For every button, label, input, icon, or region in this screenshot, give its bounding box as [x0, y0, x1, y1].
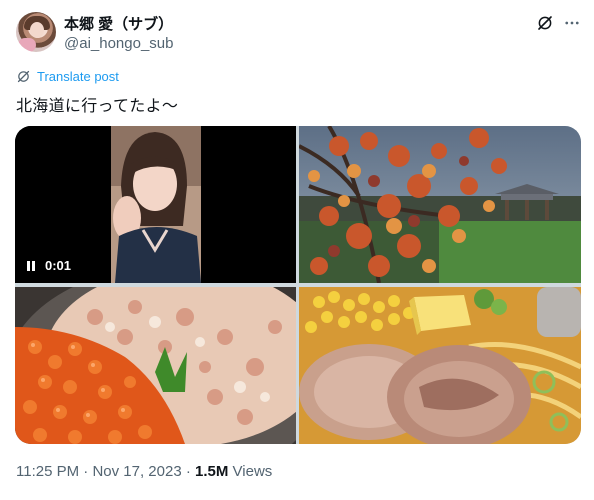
translate-post-link[interactable]: Translate post [16, 69, 119, 84]
more-icon [565, 21, 579, 25]
tweet-date[interactable]: Nov 17, 2023 [92, 463, 181, 480]
views-label: Views [228, 463, 273, 480]
meta-separator: · [79, 463, 93, 480]
avatar-face [30, 22, 44, 38]
pause-icon [27, 260, 35, 271]
video-time: 0:01 [45, 258, 72, 273]
translate-post-label: Translate post [37, 69, 119, 84]
photo-autumn-image [299, 126, 581, 283]
media-grid: 0:01 [15, 126, 581, 444]
more-options-button[interactable] [561, 12, 583, 34]
video-progress-badge[interactable]: 0:01 [25, 258, 71, 273]
meta-separator: · [181, 463, 196, 480]
display-name[interactable]: 本郷 愛（サブ） [64, 13, 173, 34]
views-count: 1.5M [195, 463, 229, 480]
grok-button[interactable] [534, 12, 556, 34]
translate-icon [17, 70, 30, 83]
photo-ramen-image [299, 287, 581, 444]
tweet-time[interactable]: 11:25 PM [16, 463, 79, 480]
tweet-meta: 11:25 PM · Nov 17, 2023 · 1.5M Views [16, 463, 272, 480]
video-thumbnail[interactable]: 0:01 [15, 126, 296, 283]
photo-seafood-bowl[interactable] [15, 287, 296, 444]
grok-icon [538, 16, 552, 30]
avatar[interactable] [16, 12, 56, 52]
photo-seafood-image [15, 287, 296, 444]
photo-ramen[interactable] [299, 287, 581, 444]
photo-autumn-garden[interactable] [299, 126, 581, 283]
tweet-text: 北海道に行ってたよ〜 [16, 98, 179, 115]
user-handle[interactable]: @ai_hongo_sub [64, 35, 173, 52]
avatar-decoration [18, 38, 36, 52]
